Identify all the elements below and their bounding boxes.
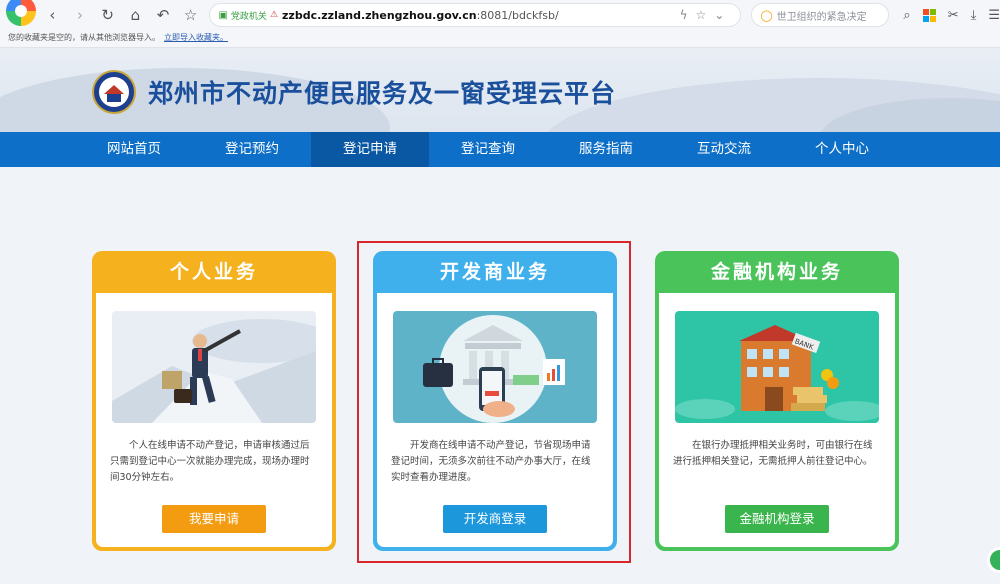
bank-building-illustration: BANK: [675, 311, 879, 423]
search-placeholder: 世卫组织的紧急决定: [776, 11, 867, 23]
card-title: 个人业务: [169, 261, 258, 283]
personal-business-card: 个人业务 个人在线申请不动产登记，申请审核通过后只需到登记中心一次就能办理完成，…: [92, 251, 336, 551]
undo-icon[interactable]: ↶: [152, 4, 174, 26]
bookmark-bar: 您的收藏夹是空的，请从其他浏览器导入。 立即导入收藏夹。: [0, 30, 1000, 48]
warning-icon: ⚠: [269, 10, 279, 20]
back-icon[interactable]: ‹: [42, 4, 64, 26]
card-body: BANK 在银行办理抵押相关业务时，可由银行在线进行抵押相关登记，无需抵押人前往…: [659, 293, 895, 547]
nav-item-guide[interactable]: 服务指南: [547, 132, 665, 167]
browser-chrome: ‹ › ↻ ⌂ ↶ ☆ ▣ 党政机关 ⚠ zzbdc.zzland.zhengz…: [0, 0, 1000, 48]
scissors-icon[interactable]: ✂: [948, 8, 959, 23]
apply-button[interactable]: 我要申请: [162, 505, 266, 533]
search-icon[interactable]: ⌕: [903, 8, 910, 23]
toolbar: ‹ › ↻ ⌂ ↶ ☆ ▣ 党政机关 ⚠ zzbdc.zzland.zhengz…: [0, 0, 1000, 30]
site-title: 郑州市不动产便民服务及一窗受理云平台: [148, 79, 617, 108]
favorite-star-icon[interactable]: ☆: [180, 4, 202, 26]
gov-badge: 党政机关: [230, 11, 267, 22]
url-host: zzbdc.zzland.zhengzhou.gov.cn: [282, 8, 477, 22]
financial-institution-card: 金融机构业务 BANK 在银行办理抵押相关业务时，可由银行在线进行抵押相关登记，…: [655, 251, 899, 551]
card-description: 在银行办理抵押相关业务时，可由银行在线进行抵押相关登记，无需抵押人前往登记中心。: [673, 440, 873, 467]
finance-illustration: BANK: [675, 311, 879, 423]
highlight-box: [357, 241, 631, 563]
home-icon[interactable]: ⌂: [125, 4, 147, 26]
apps-icon[interactable]: [922, 8, 936, 22]
finance-login-button[interactable]: 金融机构登录: [725, 505, 829, 533]
card-body: 个人在线申请不动产登记，申请审核通过后只需到登记中心一次就能办理完成，现场办理时…: [96, 293, 332, 547]
card-description: 个人在线申请不动产登记，申请审核通过后只需到登记中心一次就能办理完成，现场办理时…: [110, 440, 310, 483]
card-title: 金融机构业务: [710, 261, 843, 283]
search-engine-icon: ◯: [760, 8, 773, 22]
security-shield-icon: ▣: [218, 9, 228, 21]
businessman-telescope-illustration: [112, 311, 316, 423]
browser-logo-icon[interactable]: [6, 0, 36, 26]
address-tools[interactable]: ϟ☆⌄: [680, 8, 733, 22]
download-icon[interactable]: ⤓: [971, 8, 977, 23]
right-toolbar: ⌕ ✂ ⤓ ☰: [903, 8, 1000, 23]
main-navigation: 网站首页 登记预约 登记申请 登记查询 服务指南 互动交流 个人中心: [0, 132, 1000, 167]
forward-icon[interactable]: ›: [69, 4, 91, 26]
reload-icon[interactable]: ↻: [97, 4, 119, 26]
floating-assistant-icon[interactable]: [987, 547, 1000, 573]
nav-item-query[interactable]: 登记查询: [429, 132, 547, 167]
search-box[interactable]: ◯ 世卫组织的紧急决定: [751, 3, 890, 27]
address-bar[interactable]: ▣ 党政机关 ⚠ zzbdc.zzland.zhengzhou.gov.cn :…: [209, 3, 742, 27]
nav-item-interaction[interactable]: 互动交流: [665, 132, 783, 167]
nav-item-home[interactable]: 网站首页: [75, 132, 193, 167]
main-content: 个人业务 个人在线申请不动产登记，申请审核通过后只需到登记中心一次就能办理完成，…: [0, 167, 1000, 584]
url-path: :8081/bdckfsb/: [476, 8, 559, 22]
site-emblem-icon: [92, 70, 136, 114]
personal-illustration: [112, 311, 316, 423]
import-bookmarks-link[interactable]: 立即导入收藏夹。: [164, 33, 228, 42]
bookmark-empty-message: 您的收藏夹是空的，请从其他浏览器导入。: [8, 33, 160, 42]
nav-item-application[interactable]: 登记申请: [311, 132, 429, 167]
menu-icon[interactable]: ☰: [988, 8, 1000, 23]
site-banner: 郑州市不动产便民服务及一窗受理云平台: [0, 48, 1000, 132]
nav-item-personal-center[interactable]: 个人中心: [783, 132, 901, 167]
nav-item-appointment[interactable]: 登记预约: [193, 132, 311, 167]
